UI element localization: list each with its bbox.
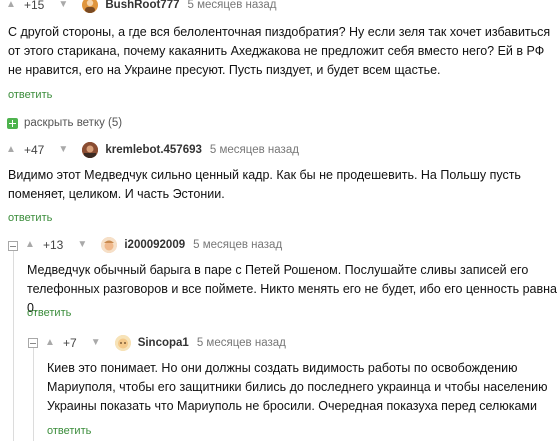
thread-line[interactable] xyxy=(13,244,14,441)
thread-line[interactable] xyxy=(33,345,34,441)
comment-text: Видимо этот Медведчук сильно ценный кадр… xyxy=(8,168,521,201)
arrow-down-icon[interactable]: ▼ xyxy=(75,237,89,253)
comment-header: ▲ +13 ▼ i200092009 5 месяцев назад xyxy=(23,237,282,253)
avatar[interactable] xyxy=(114,335,131,351)
username[interactable]: Sincopa1 xyxy=(138,337,189,349)
username[interactable]: BushRoot777 xyxy=(105,0,179,11)
username[interactable]: kremlebot.457693 xyxy=(105,144,202,156)
timestamp[interactable]: 5 месяцев назад xyxy=(210,144,299,156)
timestamp[interactable]: 5 месяцев назад xyxy=(197,337,286,349)
reply-link[interactable]: ответить xyxy=(47,425,91,437)
timestamp[interactable]: 5 месяцев назад xyxy=(193,239,282,251)
username[interactable]: i200092009 xyxy=(124,239,185,251)
arrow-down-icon[interactable]: ▼ xyxy=(56,142,70,158)
arrow-down-icon[interactable]: ▼ xyxy=(89,335,103,351)
arrow-up-icon[interactable]: ▲ xyxy=(4,0,18,13)
comment-text: Киев это понимает. Но они должны создать… xyxy=(47,361,548,413)
arrow-up-icon[interactable]: ▲ xyxy=(23,237,37,253)
comment-text: Медведчук обычный барыга в паре с Петей … xyxy=(27,263,557,315)
collapse-thread-icon[interactable] xyxy=(8,241,18,251)
expand-thread-icon[interactable] xyxy=(7,117,18,129)
reply-link[interactable]: ответить xyxy=(8,89,52,101)
comment-header: ▲ +47 ▼ kremlebot.457693 5 месяцев назад xyxy=(4,142,299,158)
reply-link[interactable]: ответить xyxy=(8,212,52,224)
comment-rating: +15 xyxy=(24,0,45,12)
comment-rating: +47 xyxy=(24,143,45,157)
comment-text: С другой стороны, а где вся белоленточна… xyxy=(8,25,551,77)
comment-rating: +7 xyxy=(63,336,77,350)
arrow-up-icon[interactable]: ▲ xyxy=(43,335,57,351)
comment-header: ▲ +15 ▼ BushRoot777 5 месяцев назад xyxy=(4,0,277,13)
arrow-down-icon[interactable]: ▼ xyxy=(56,0,70,13)
expand-branch[interactable]: раскрыть ветку (5) xyxy=(7,117,122,129)
collapse-thread-icon[interactable] xyxy=(28,338,38,348)
timestamp[interactable]: 5 месяцев назад xyxy=(187,0,276,11)
expand-branch-label: раскрыть ветку (5) xyxy=(24,117,123,129)
comment-rating: +13 xyxy=(43,238,64,252)
arrow-up-icon[interactable]: ▲ xyxy=(4,142,18,158)
comment-header: ▲ +7 ▼ Sincopa1 5 месяцев назад xyxy=(43,335,286,351)
avatar[interactable] xyxy=(82,0,99,13)
reply-link[interactable]: ответить xyxy=(27,307,71,319)
avatar[interactable] xyxy=(101,237,118,253)
avatar[interactable] xyxy=(82,142,99,158)
